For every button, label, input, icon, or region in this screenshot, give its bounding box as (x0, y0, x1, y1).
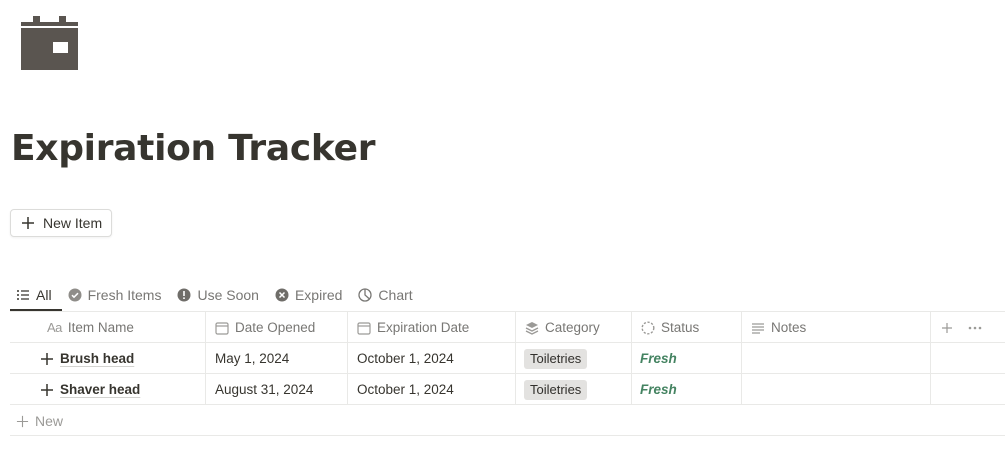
column-divider (631, 312, 632, 405)
item-name[interactable]: Brush head (60, 351, 134, 366)
column-header-status[interactable]: Status (641, 312, 699, 343)
new-item-label: New Item (43, 215, 103, 231)
title-aa-icon: Aa (47, 320, 62, 335)
tab-fresh-items[interactable]: Fresh Items (60, 280, 170, 310)
column-header-label: Item Name (67, 320, 134, 335)
text-lines-icon (752, 322, 764, 334)
more-options-icon[interactable] (968, 321, 982, 335)
item-name-cell[interactable]: Shaver head (40, 374, 140, 405)
tab-chart[interactable]: Chart (350, 280, 420, 310)
column-header-expiration-date[interactable]: Expiration Date (357, 312, 469, 343)
expiration-date-cell[interactable]: October 1, 2024 (357, 343, 454, 374)
tab-label: Chart (378, 287, 413, 303)
expiration-date-cell[interactable]: October 1, 2024 (357, 374, 454, 405)
tab-label: Use Soon (197, 287, 259, 303)
notes-cell[interactable] (742, 343, 930, 374)
tab-use-soon[interactable]: Use Soon (169, 280, 266, 310)
column-header-notes[interactable]: Notes (751, 312, 806, 343)
plus-icon[interactable] (40, 383, 54, 397)
tab-expired[interactable]: Expired (267, 280, 350, 310)
column-header-label: Status (661, 320, 700, 335)
date-opened-value: August 31, 2024 (215, 382, 314, 397)
page-title: Expiration Tracker (11, 128, 376, 169)
pie-chart-icon (358, 288, 373, 302)
calendar-icon (215, 321, 229, 335)
new-row-label: New (35, 413, 64, 429)
column-header-label: Category (545, 320, 600, 335)
date-opened-cell[interactable]: May 1, 2024 (215, 343, 289, 374)
status-value: Fresh (640, 382, 677, 397)
category-cell[interactable]: Toiletries (524, 374, 588, 405)
column-header-category[interactable]: Category (525, 312, 600, 343)
column-divider (347, 312, 348, 405)
column-header-date-opened[interactable]: Date Opened (215, 312, 315, 343)
plus-icon (22, 217, 34, 229)
tab-label: All (36, 287, 52, 303)
view-tabs: All Fresh Items Use Soon Expired Chart (10, 280, 421, 310)
column-header-label: Date Opened (235, 320, 316, 335)
date-opened-cell[interactable]: August 31, 2024 (215, 374, 313, 405)
column-header-item-name[interactable]: Aa Item Name (47, 312, 134, 343)
status-circle-icon (641, 320, 655, 335)
category-tag: Toiletries (524, 379, 588, 400)
table-top-border (10, 311, 1005, 312)
list-icon (17, 290, 29, 300)
status-value: Fresh (640, 351, 677, 366)
item-name[interactable]: Shaver head (60, 382, 140, 397)
expiration-date-value: October 1, 2024 (357, 351, 454, 366)
status-cell[interactable]: Fresh (640, 343, 677, 374)
add-property-icon[interactable] (940, 321, 954, 335)
expiration-date-value: October 1, 2024 (357, 382, 454, 397)
exclamation-circle-icon (177, 288, 191, 302)
plus-icon (16, 415, 29, 427)
layers-icon (525, 321, 539, 335)
item-name-cell[interactable]: Brush head (40, 343, 134, 374)
check-circle-icon (68, 288, 82, 302)
status-cell[interactable]: Fresh (640, 374, 677, 405)
column-divider (515, 312, 516, 405)
tab-label: Fresh Items (87, 287, 162, 303)
category-tag: Toiletries (524, 348, 588, 369)
category-cell[interactable]: Toiletries (524, 343, 588, 374)
tab-all[interactable]: All (10, 280, 60, 310)
column-divider (930, 312, 931, 405)
calendar-page-icon[interactable] (21, 16, 78, 70)
column-header-label: Expiration Date (377, 320, 470, 335)
date-opened-value: May 1, 2024 (215, 351, 290, 366)
notes-cell[interactable] (742, 374, 930, 405)
new-row-bottom-border (10, 435, 1005, 436)
new-item-button[interactable]: New Item (10, 209, 112, 237)
new-row-button[interactable]: New (10, 406, 63, 436)
column-divider (205, 312, 206, 405)
header-actions (940, 312, 982, 343)
x-circle-icon (275, 288, 289, 302)
tab-label: Expired (294, 287, 343, 303)
column-header-label: Notes (771, 320, 807, 335)
calendar-icon (357, 321, 371, 335)
plus-icon[interactable] (40, 352, 54, 366)
